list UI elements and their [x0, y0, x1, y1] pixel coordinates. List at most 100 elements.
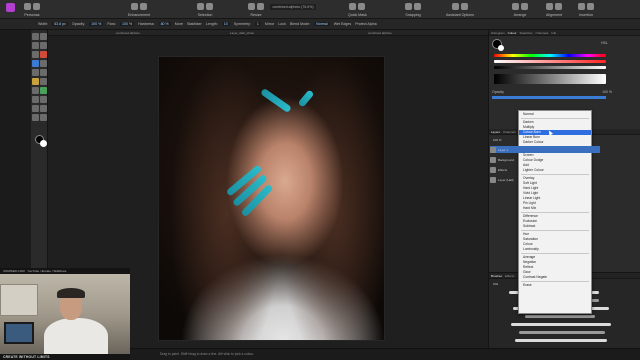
color-picker-icon[interactable]	[40, 114, 47, 121]
color-spectrum[interactable]	[494, 74, 606, 84]
blend-mode-option[interactable]: Subtract	[519, 224, 591, 229]
toolbar-group-6[interactable]: Assistant Options	[446, 2, 474, 17]
toolbar-icon[interactable]	[131, 3, 139, 10]
blend-mode-option[interactable]: Erase	[519, 283, 591, 288]
marquee-tool-icon[interactable]	[32, 51, 39, 58]
luminosity-slider[interactable]	[494, 66, 606, 69]
layer-row[interactable]: Layer (Hall)	[490, 176, 600, 183]
hue-slider[interactable]	[494, 54, 606, 57]
tab-document-2[interactable]: Layer_dark_photo	[230, 31, 254, 35]
toolbar-icon[interactable]	[405, 3, 412, 10]
brush-preset[interactable]	[525, 315, 595, 318]
pen-tool-icon[interactable]	[40, 96, 47, 103]
view-tool-icon[interactable]	[40, 33, 47, 40]
context-field[interactable]: 63.8 px	[52, 22, 68, 26]
toolbar-group-4[interactable]: Quick Mask	[348, 2, 367, 17]
toolbar-icon[interactable]	[358, 3, 366, 10]
blend-mode-dropdown[interactable]: Normal Darken Multiply Colour Burn Linear Bu…	[518, 110, 592, 314]
context-field[interactable]: 1	[254, 22, 261, 26]
toolbar-icon[interactable]	[512, 3, 519, 10]
brush-category-select[interactable]: Oils	[493, 282, 498, 286]
node-tool-icon[interactable]	[32, 105, 39, 112]
panel-tab[interactable]: Channels	[503, 129, 516, 134]
app-logo-icon[interactable]	[6, 3, 15, 12]
text-tool-icon[interactable]	[32, 114, 39, 121]
toolbar-icon[interactable]	[521, 3, 528, 10]
crop-tool-icon[interactable]	[32, 42, 39, 49]
blend-mode-option[interactable]: Contrast Negate	[519, 275, 591, 280]
secondary-color-well[interactable]	[498, 45, 504, 51]
context-field[interactable]: 80 %	[158, 22, 171, 26]
toolbar-group-3[interactable]: Resize	[248, 2, 264, 17]
toolbar-group-1[interactable]: Enhancement	[128, 2, 150, 17]
opacity-value[interactable]: 100 %	[602, 90, 612, 94]
toolbar-icon[interactable]	[349, 3, 357, 10]
brush-preset[interactable]	[515, 339, 607, 342]
toolbar-icon[interactable]	[451, 3, 459, 10]
blend-mode-option[interactable]: Hard Mix	[519, 206, 591, 211]
background-color-swatch[interactable]	[40, 140, 47, 147]
clone-tool-icon[interactable]	[32, 87, 39, 94]
panel-tab[interactable]: Channels	[536, 30, 549, 35]
blend-mode-option[interactable]: Normal	[519, 112, 591, 117]
layer-opacity[interactable]: 100 %	[493, 138, 502, 142]
toolbar-icon[interactable]	[555, 3, 562, 10]
panel-tab[interactable]: Colour	[508, 30, 517, 35]
panel-tab[interactable]: Histogram	[491, 30, 505, 35]
panel-tab[interactable]: Brushes	[491, 273, 502, 278]
toolbar-icon[interactable]	[206, 3, 213, 10]
flood-fill-icon[interactable]	[40, 69, 47, 76]
toolbar-icon[interactable]	[140, 3, 148, 10]
toolbar-icon[interactable]	[414, 3, 421, 10]
brush-preset[interactable]	[511, 323, 611, 326]
toolbar-icon[interactable]	[460, 3, 468, 10]
erase-brush-icon[interactable]	[32, 69, 39, 76]
blend-mode-option[interactable]: Darker Colour	[519, 140, 591, 145]
layer-row[interactable]: Layer 1	[490, 146, 600, 153]
tab-document-3[interactable]: combined.afphoto	[368, 31, 392, 35]
color-model-label[interactable]: HSL	[601, 41, 608, 45]
toolbar-icon[interactable]	[578, 3, 585, 10]
toolbar-group-9[interactable]: Insertion	[578, 2, 594, 17]
tab-document-1[interactable]: combined.afphoto	[116, 31, 140, 35]
context-field[interactable]: 100 %	[119, 22, 135, 26]
gradient-tool-icon[interactable]	[32, 78, 39, 85]
panel-tab[interactable]: Layers	[491, 129, 500, 134]
shape-tool-icon[interactable]	[40, 105, 47, 112]
pixel-tool-icon[interactable]	[40, 60, 47, 67]
panel-tab[interactable]: Info	[551, 30, 556, 35]
toolbar-icon[interactable]	[248, 3, 255, 10]
toolbar-icon[interactable]	[257, 3, 264, 10]
context-field[interactable]: 10	[221, 22, 230, 26]
toolbar-group-5[interactable]: Snapping	[405, 2, 421, 17]
move-tool-icon[interactable]	[32, 33, 39, 40]
opacity-slider[interactable]	[492, 96, 606, 99]
brush-preset[interactable]	[519, 331, 605, 334]
blend-mode-option[interactable]: Luminosity	[519, 247, 591, 252]
context-label: Protect Alpha	[355, 22, 377, 26]
blur-brush-icon[interactable]	[32, 96, 39, 103]
toolbar-group-0[interactable]: Personas	[24, 2, 40, 17]
toolbar-group-8[interactable]: Alignment	[546, 2, 562, 17]
layer-row[interactable]: Background	[490, 156, 600, 163]
toolbar-group-2[interactable]: Selection	[197, 2, 213, 17]
selection-brush-icon[interactable]	[40, 42, 47, 49]
context-field[interactable]: Normal	[314, 22, 330, 26]
flood-select-icon[interactable]	[40, 51, 47, 58]
toolbar-group-7[interactable]: Arrange	[512, 2, 528, 17]
toolbar-icon[interactable]	[546, 3, 553, 10]
toolbar-icon[interactable]	[197, 3, 204, 10]
dodge-tool-icon[interactable]	[40, 78, 47, 85]
portrait-photo[interactable]	[158, 56, 385, 341]
toolbar-icon[interactable]	[24, 3, 31, 10]
layer-row[interactable]: Effects	[490, 166, 600, 173]
saturation-slider[interactable]	[494, 60, 606, 63]
healing-brush-icon[interactable]	[40, 87, 47, 94]
toolbar-icon[interactable]	[33, 3, 40, 10]
panel-tab[interactable]: Effects	[505, 273, 514, 278]
panel-tab[interactable]: Swatches	[520, 30, 533, 35]
paint-brush-tool-icon[interactable]	[32, 60, 39, 67]
context-field[interactable]: 100 %	[89, 22, 104, 26]
toolbar-group-label: Personas	[24, 13, 40, 17]
toolbar-icon[interactable]	[587, 3, 594, 10]
